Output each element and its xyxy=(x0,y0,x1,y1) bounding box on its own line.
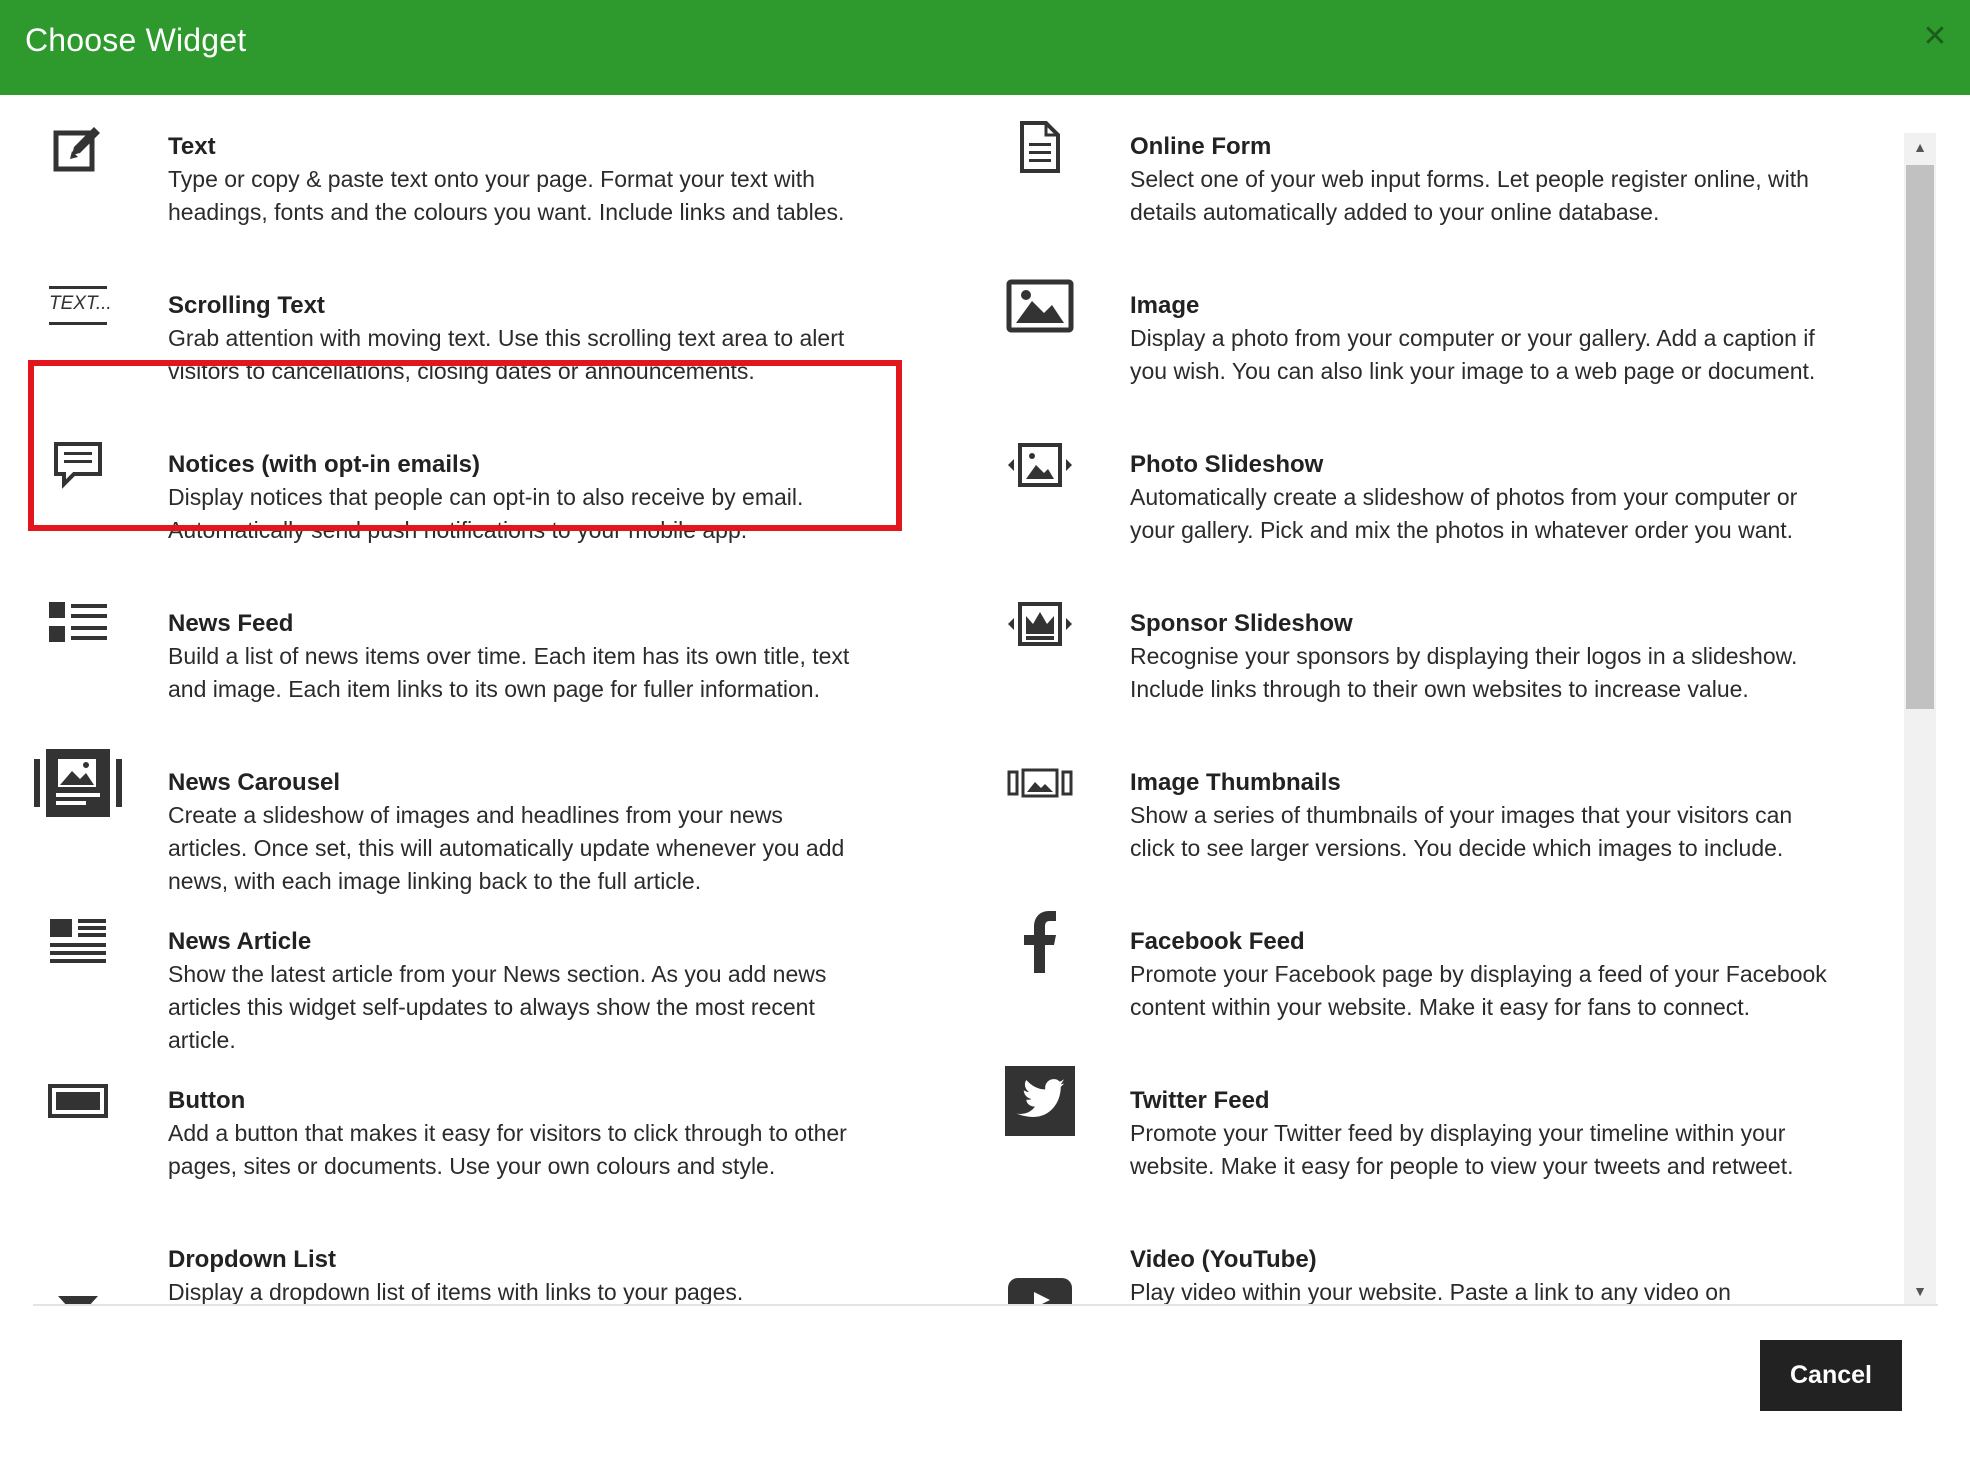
youtube-icon xyxy=(990,1260,1090,1305)
cancel-button[interactable]: Cancel xyxy=(1760,1340,1902,1411)
button-icon xyxy=(28,1061,128,1141)
widget-title: Photo Slideshow xyxy=(1130,451,1324,478)
close-icon[interactable]: ✕ xyxy=(1920,22,1950,52)
widget-description: Grab attention with moving text. Use thi… xyxy=(168,325,845,384)
scrollbar-thumb[interactable] xyxy=(1906,165,1934,709)
widget-title: Notices (with opt-in emails) xyxy=(168,451,481,478)
comment-icon xyxy=(28,425,128,505)
widget-option-image[interactable]: Image Display a photo from your computer… xyxy=(990,254,1890,413)
widget-option-news-carousel[interactable]: News Carousel Create a slideshow of imag… xyxy=(28,731,928,894)
widget-option-image-thumbnails[interactable]: Image Thumbnails Show a series of thumbn… xyxy=(990,731,1890,890)
list-icon xyxy=(28,584,128,664)
footer-divider xyxy=(33,1304,1938,1306)
scrolling-text-icon: TEXT... xyxy=(28,266,128,346)
twitter-icon xyxy=(990,1061,1090,1141)
widget-option-sponsor-slideshow[interactable]: Sponsor Slideshow Recognise your sponsor… xyxy=(990,572,1890,731)
scrollbar[interactable]: ▲ ▼ xyxy=(1904,133,1936,1305)
facebook-icon xyxy=(990,902,1090,982)
widget-title: Facebook Feed xyxy=(1130,928,1305,955)
widget-description: Display a photo from your computer or yo… xyxy=(1130,325,1816,384)
widget-description: Select one of your web input forms. Let … xyxy=(1130,166,1809,225)
widget-title: Scrolling Text xyxy=(168,292,325,319)
widget-description: Promote your Twitter feed by displaying … xyxy=(1130,1120,1794,1179)
widget-option-text[interactable]: Text Type or copy & paste text onto your… xyxy=(28,95,928,254)
widget-title: Dropdown List xyxy=(168,1246,336,1273)
widget-title: Text xyxy=(168,133,216,160)
image-icon xyxy=(990,266,1090,346)
widget-option-facebook-feed[interactable]: Facebook Feed Promote your Facebook page… xyxy=(990,890,1890,1049)
document-icon xyxy=(990,107,1090,187)
widget-option-twitter-feed[interactable]: Twitter Feed Promote your Twitter feed b… xyxy=(990,1049,1890,1208)
widget-option-video-youtube[interactable]: Video (YouTube) Play video within your w… xyxy=(990,1208,1890,1305)
dialog-title: Choose Widget xyxy=(25,22,247,58)
widget-description: Recognise your sponsors by displaying th… xyxy=(1130,643,1798,702)
dialog-header: Choose Widget ✕ xyxy=(0,0,1970,95)
widget-title: Button xyxy=(168,1087,246,1114)
widget-description: Type or copy & paste text onto your page… xyxy=(168,166,845,225)
widget-description: Show a series of thumbnails of your imag… xyxy=(1130,802,1793,861)
widget-title: Twitter Feed xyxy=(1130,1087,1270,1114)
dropdown-icon xyxy=(28,1268,128,1305)
widget-list: Text Type or copy & paste text onto your… xyxy=(0,95,1904,1305)
widget-option-dropdown-list[interactable]: Dropdown List Display a dropdown list of… xyxy=(28,1208,928,1305)
widget-title: Sponsor Slideshow xyxy=(1130,610,1353,637)
widget-description: Display a dropdown list of items with li… xyxy=(168,1279,744,1305)
widget-description: Display notices that people can opt-in t… xyxy=(168,484,804,543)
widget-title: News Article xyxy=(168,928,312,955)
widget-description: Add a button that makes it easy for visi… xyxy=(168,1120,847,1179)
widget-option-scrolling-text[interactable]: TEXT... Scrolling Text Grab attention wi… xyxy=(28,254,928,413)
widget-option-photo-slideshow[interactable]: Photo Slideshow Automatically create a s… xyxy=(990,413,1890,572)
widget-title: News Feed xyxy=(168,610,294,637)
scrolling-text-icon-label: TEXT... xyxy=(49,293,112,314)
widget-option-online-form[interactable]: Online Form Select one of your web input… xyxy=(990,95,1890,254)
widget-option-news-article[interactable]: News Article Show the latest article fro… xyxy=(28,890,928,1053)
widget-description: Automatically create a slideshow of phot… xyxy=(1130,484,1798,543)
widget-description: Play video within your website. Paste a … xyxy=(1130,1279,1731,1305)
edit-icon xyxy=(28,107,128,187)
slideshow-icon xyxy=(990,425,1090,505)
carousel-icon xyxy=(28,743,128,823)
widget-title: Image xyxy=(1130,292,1200,319)
thumbnails-icon xyxy=(990,743,1090,823)
widget-title: Online Form xyxy=(1130,133,1272,160)
article-icon xyxy=(28,902,128,982)
widget-option-button[interactable]: Button Add a button that makes it easy f… xyxy=(28,1049,928,1208)
widget-title: News Carousel xyxy=(168,769,341,796)
widget-title: Image Thumbnails xyxy=(1130,769,1341,796)
widget-description: Build a list of news items over time. Ea… xyxy=(168,643,850,702)
widget-option-news-feed[interactable]: News Feed Build a list of news items ove… xyxy=(28,572,928,731)
scroll-up-icon[interactable]: ▲ xyxy=(1904,133,1936,161)
sponsor-slideshow-icon xyxy=(990,584,1090,664)
scroll-down-icon[interactable]: ▼ xyxy=(1904,1277,1936,1305)
widget-description: Show the latest article from your News s… xyxy=(168,961,827,1053)
widget-option-notices[interactable]: Notices (with opt-in emails) Display not… xyxy=(28,413,928,572)
widget-description: Create a slideshow of images and headlin… xyxy=(168,802,845,894)
widget-description: Promote your Facebook page by displaying… xyxy=(1130,961,1827,1020)
widget-title: Video (YouTube) xyxy=(1130,1246,1317,1273)
